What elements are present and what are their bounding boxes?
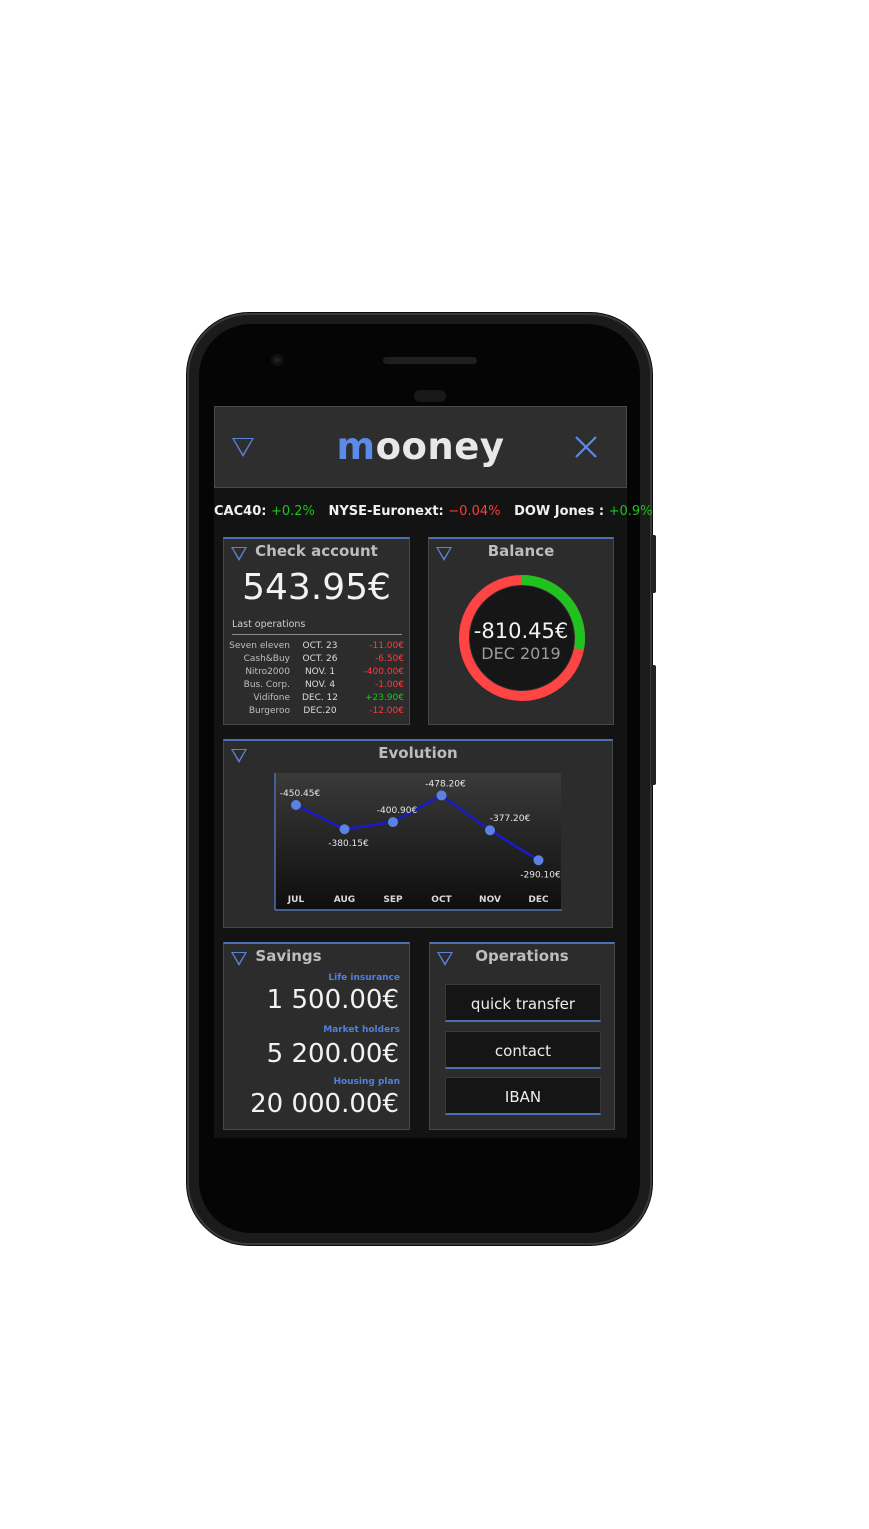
contact-button[interactable]: contact xyxy=(445,1031,601,1069)
operation-name: Bus. Corp. xyxy=(243,680,290,690)
table-row: Bus. Corp. NOV. 4 -1.00€ xyxy=(228,679,404,692)
x-tick-label: DEC xyxy=(528,895,549,905)
operation-date: DEC.20 xyxy=(303,706,337,716)
data-point[interactable] xyxy=(533,855,544,866)
x-tick-label: JUL xyxy=(287,895,305,905)
table-row: Cash&Buy OCT. 26 -6.50€ xyxy=(228,653,404,666)
table-row: Seven eleven OCT. 23 -11.00€ xyxy=(228,640,404,653)
operation-name: Cash&Buy xyxy=(243,654,290,664)
app-logo: mooney xyxy=(215,425,626,468)
power-button xyxy=(651,535,656,593)
operation-amount: -6.50€ xyxy=(374,654,404,664)
evolution-chart: -450.45€ JUL -380.15€ AUG -400.90€ SEP -478.20… xyxy=(274,773,562,911)
data-point[interactable] xyxy=(436,790,447,801)
market-ticker: CAC40: +0.2% NYSE-Euronext: −0.04% DOW J… xyxy=(214,504,653,519)
operation-amount: +23.90€ xyxy=(364,693,404,703)
app-screen: mooney CAC40: +0.2% NYSE-Euronext: −0.04… xyxy=(214,406,653,1138)
ticker-value-nyse: −0.04% xyxy=(448,504,501,519)
table-row: Vidifone DEC. 12 +23.90€ xyxy=(228,692,404,705)
savings-amount-market-holders: 5 200.00€ xyxy=(266,1039,399,1069)
operations-table: Seven eleven OCT. 23 -11.00€ Cash&Buy OC… xyxy=(228,640,404,718)
x-tick-label: OCT xyxy=(431,895,452,905)
ticker-name-nyse: NYSE-Euronext: xyxy=(328,504,444,519)
operation-date: OCT. 23 xyxy=(302,641,338,651)
savings-amount-housing-plan: 20 000.00€ xyxy=(250,1089,399,1119)
data-label: -478.20€ xyxy=(425,779,466,789)
operation-name: Seven eleven xyxy=(229,641,290,651)
check-account-card[interactable]: Check account 543.95€ Last operations Se… xyxy=(223,537,410,725)
table-row: Burgeroo DEC.20 -12.00€ xyxy=(228,705,404,718)
data-point[interactable] xyxy=(339,824,350,835)
card-title: Operations xyxy=(475,947,569,965)
ticker-value-cac40: +0.2% xyxy=(270,504,315,519)
evolution-card[interactable]: Evolution -450.45€ JUL -380.15€ AUG -400.90€… xyxy=(223,739,613,928)
divider xyxy=(232,634,402,635)
savings-amount-life-insurance: 1 500.00€ xyxy=(266,985,399,1015)
proximity-sensor xyxy=(414,390,446,402)
operation-name: Vidifone xyxy=(253,693,290,703)
app-header: mooney xyxy=(214,406,627,488)
logo-text: ooney xyxy=(375,425,505,468)
data-label: -450.45€ xyxy=(280,789,321,799)
x-tick-label: AUG xyxy=(334,895,355,905)
quick-transfer-button[interactable]: quick transfer xyxy=(445,984,601,1022)
operation-date: NOV. 1 xyxy=(304,667,336,677)
x-tick-label: NOV xyxy=(479,895,501,905)
card-title: Balance xyxy=(487,542,555,560)
data-label: -400.90€ xyxy=(377,806,418,816)
iban-button[interactable]: IBAN xyxy=(445,1077,601,1115)
operation-amount: -12.00€ xyxy=(369,706,404,716)
card-title: Savings xyxy=(255,947,322,965)
table-row: Nitro2000 NOV. 1 -400.00€ xyxy=(228,666,404,679)
earpiece-speaker xyxy=(383,357,477,364)
x-tick-label: SEP xyxy=(383,895,403,905)
operation-amount: -1.00€ xyxy=(374,680,404,690)
card-title: Check account xyxy=(255,542,378,560)
operation-amount: -11.00€ xyxy=(369,641,404,651)
last-operations-label: Last operations xyxy=(232,619,306,630)
data-point[interactable] xyxy=(291,799,301,810)
data-point[interactable] xyxy=(485,825,495,836)
check-account-amount: 543.95€ xyxy=(242,567,391,608)
data-label: -380.15€ xyxy=(328,839,369,849)
operation-name: Burgeroo xyxy=(248,706,290,716)
ticker-name-dow: DOW Jones : xyxy=(514,504,605,519)
savings-label-housing-plan: Housing plan xyxy=(333,1077,400,1087)
operation-date: DEC. 12 xyxy=(301,693,339,703)
operations-card[interactable]: Operations quick transfer contact IBAN xyxy=(429,942,615,1130)
ticker-value-dow: +0.9% xyxy=(608,504,653,519)
data-label: -377.20€ xyxy=(490,814,531,824)
operation-name: Nitro2000 xyxy=(245,667,290,677)
savings-label-market-holders: Market holders xyxy=(323,1025,400,1035)
front-camera xyxy=(271,354,283,366)
balance-amount: -810.45€ xyxy=(473,619,569,643)
balance-period: DEC 2019 xyxy=(481,644,561,663)
operation-amount: -400.00€ xyxy=(363,667,404,677)
ticker-name-cac40: CAC40: xyxy=(214,504,267,519)
volume-button xyxy=(651,665,656,785)
data-label: -290.10€ xyxy=(520,870,561,880)
savings-label-life-insurance: Life insurance xyxy=(328,973,400,983)
close-icon[interactable] xyxy=(573,434,599,460)
savings-card[interactable]: Savings Life insurance 1 500.00€ Market … xyxy=(223,942,410,1130)
balance-card[interactable]: Balance -810.45€ DEC 2019 xyxy=(428,537,614,725)
logo-accent: m xyxy=(336,425,376,468)
data-point[interactable] xyxy=(388,817,398,828)
operation-date: OCT. 26 xyxy=(302,654,338,664)
operation-date: NOV. 4 xyxy=(304,680,336,690)
